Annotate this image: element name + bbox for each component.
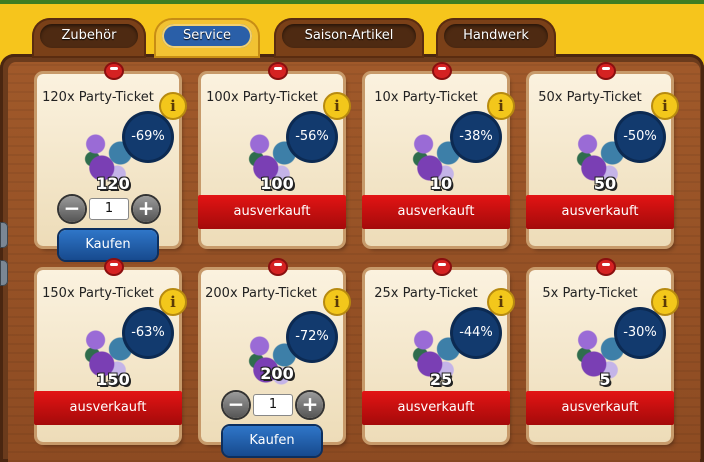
sold-out-banner: ausverkauft [34,391,182,425]
quantity-label: 200 [260,364,294,383]
pin-icon [432,62,452,80]
pin-icon [104,62,124,80]
shop-card: 5x Party-Ticket i -30% 5 ausverkauft [526,258,679,442]
card-title: 50x Party-Ticket [538,90,642,105]
discount-badge: -63% [120,305,176,361]
quantity-label: 5 [599,370,611,389]
scroll-left-handle[interactable] [0,222,8,248]
tab-handwerk[interactable]: Handwerk [436,18,556,58]
sold-out-banner: ausverkauft [198,195,346,229]
scroll-left-handle[interactable] [0,260,8,286]
discount-label: -69% [131,129,165,144]
discount-badge: -56% [284,109,340,165]
shop-card: 50x Party-Ticket i -50% 50 ausverkauft [526,62,679,246]
quantity-stepper: − + [59,196,159,222]
shop-card: 25x Party-Ticket i -44% 25 ausverkauft [362,258,515,442]
card-title: 150x Party-Ticket [42,286,154,301]
discount-badge: -69% [120,109,176,165]
info-icon[interactable]: i [487,92,515,120]
card-title: 120x Party-Ticket [42,90,154,105]
info-icon[interactable]: i [159,92,187,120]
discount-label: -38% [459,129,493,144]
quantity-label: 120 [96,174,130,193]
tab-label: Saison-Artikel [282,24,416,48]
info-icon[interactable]: i [651,288,679,316]
info-icon[interactable]: i [651,92,679,120]
discount-badge: -50% [612,109,668,165]
tab-zubehoer[interactable]: Zubehör [32,18,146,58]
info-icon[interactable]: i [323,288,351,316]
tab-label: Zubehör [40,24,138,48]
discount-label: -56% [295,129,329,144]
tab-service[interactable]: Service [154,18,260,58]
discount-badge: -72% [284,309,340,365]
sold-out-banner: ausverkauft [526,391,674,425]
tab-label: Service [162,24,252,48]
card-title: 5x Party-Ticket [542,286,638,301]
discount-label: -72% [295,329,329,344]
info-icon[interactable]: i [159,288,187,316]
shop-card: 10x Party-Ticket i -38% 10 ausverkauft [362,62,515,246]
card-title: 100x Party-Ticket [206,90,318,105]
quantity-label: 10 [429,174,453,193]
shop-card: 100x Party-Ticket i -56% 100 ausverkauft [198,62,351,246]
pin-icon [596,258,616,276]
discount-badge: -30% [612,305,668,361]
info-icon[interactable]: i [323,92,351,120]
shop-card: 150x Party-Ticket i -63% 150 ausverkauft [34,258,187,442]
discount-label: -44% [459,325,493,340]
tab-label: Handwerk [444,24,548,48]
discount-label: -63% [131,325,165,340]
card-title: 10x Party-Ticket [374,90,478,105]
sold-out-banner: ausverkauft [362,391,510,425]
discount-label: -30% [623,325,657,340]
quantity-input[interactable] [89,198,129,220]
sold-out-banner: ausverkauft [362,195,510,229]
tab-bar: Zubehör Service Saison-Artikel Handwerk [0,18,704,62]
quantity-label: 100 [260,174,294,193]
buy-button[interactable]: Kaufen [59,230,157,260]
discount-label: -50% [623,129,657,144]
quantity-stepper: − + [223,392,323,418]
pin-icon [432,258,452,276]
pin-icon [104,258,124,276]
minus-button[interactable]: − [59,196,85,222]
buy-button[interactable]: Kaufen [223,426,321,456]
sold-out-banner: ausverkauft [526,195,674,229]
pin-icon [268,62,288,80]
card-title: 25x Party-Ticket [374,286,478,301]
discount-badge: -38% [448,109,504,165]
minus-button[interactable]: − [223,392,249,418]
shop-card: 200x Party-Ticket i -72% 200 − + Kaufen [201,258,351,456]
pin-icon [596,62,616,80]
plus-button[interactable]: + [297,392,323,418]
pin-icon [268,258,288,276]
tab-saison-artikel[interactable]: Saison-Artikel [274,18,424,58]
plus-button[interactable]: + [133,196,159,222]
card-title: 200x Party-Ticket [205,286,317,301]
discount-badge: -44% [448,305,504,361]
quantity-input[interactable] [253,394,293,416]
quantity-label: 150 [96,370,130,389]
top-edge [0,0,704,4]
shop-card: 120x Party-Ticket i -69% 120 − + Kaufen [37,62,187,260]
info-icon[interactable]: i [487,288,515,316]
quantity-label: 50 [593,174,617,193]
quantity-label: 25 [429,370,453,389]
